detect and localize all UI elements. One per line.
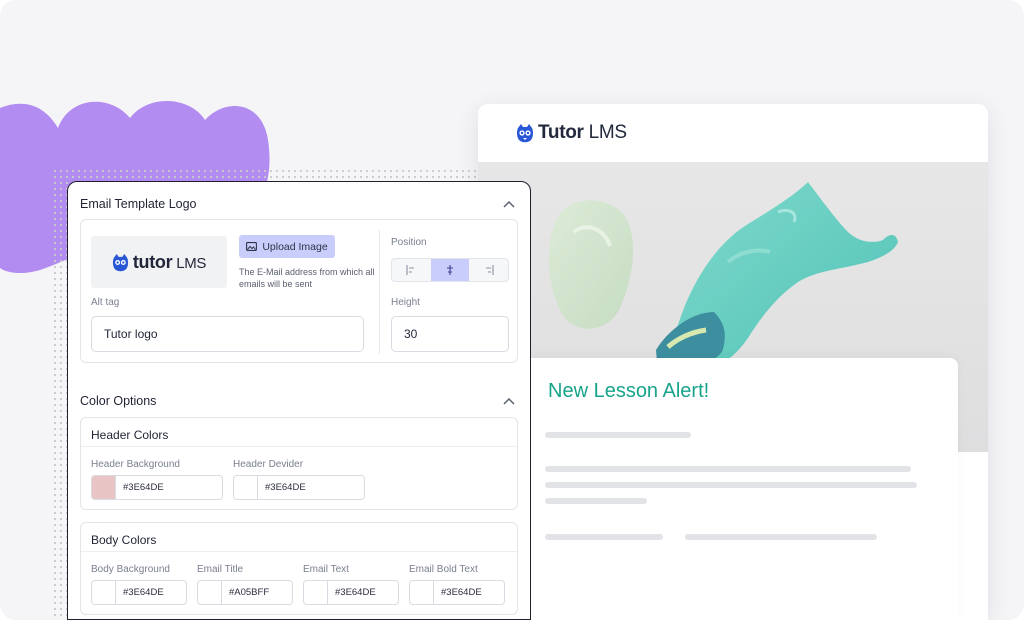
logo-section-title: Email Template Logo xyxy=(80,197,197,211)
column-divider xyxy=(379,230,380,354)
color-section-title: Color Options xyxy=(80,394,157,408)
align-right-icon[interactable] xyxy=(469,259,508,281)
image-icon xyxy=(246,242,258,251)
alt-tag-input[interactable]: Tutor logo xyxy=(91,316,364,352)
upload-image-label: Upload Image xyxy=(262,240,328,253)
height-input[interactable]: 30 xyxy=(391,316,509,352)
body-colors-title: Body Colors xyxy=(91,533,157,547)
color-hex-value[interactable]: #3E64DE xyxy=(116,476,164,499)
body-background-color-field[interactable]: #3E64DE xyxy=(91,580,187,605)
email-body: New Lesson Alert! xyxy=(524,358,958,620)
email-text-color-field[interactable]: #3E64DE xyxy=(303,580,399,605)
color-swatch[interactable] xyxy=(92,581,116,604)
brand-name: Tutor xyxy=(538,122,584,143)
logo-preview-suffix: LMS xyxy=(172,254,207,272)
color-section-header[interactable]: Color Options xyxy=(80,391,516,411)
email-preview-header: Tutor LMS xyxy=(478,104,988,162)
position-segmented-control xyxy=(391,258,509,282)
position-label: Position xyxy=(391,237,427,248)
alt-tag-label: Alt tag xyxy=(91,297,120,308)
header-background-label: Header Background xyxy=(91,459,180,470)
email-bold-text-color-field[interactable]: #3E64DE xyxy=(409,580,505,605)
upload-image-button[interactable]: Upload Image xyxy=(239,235,335,258)
color-hex-value[interactable]: #3E64DE xyxy=(258,476,306,499)
align-left-icon[interactable] xyxy=(392,259,431,281)
color-swatch[interactable] xyxy=(304,581,328,604)
color-swatch[interactable] xyxy=(234,476,258,499)
tutor-owl-icon xyxy=(516,124,534,143)
text-placeholder-line xyxy=(545,432,691,438)
text-placeholder-line xyxy=(545,534,663,540)
logo-preview-name: tutor xyxy=(132,251,173,272)
chevron-up-icon[interactable] xyxy=(502,197,516,211)
body-colors-box: Body Colors Body Background #3E64DE Emai… xyxy=(80,522,518,615)
email-title: New Lesson Alert! xyxy=(548,380,710,402)
email-title-color-field[interactable]: #A05BFF xyxy=(197,580,293,605)
color-hex-value[interactable]: #3E64DE xyxy=(328,581,376,604)
email-bold-text-label: Email Bold Text xyxy=(409,564,478,575)
header-colors-box: Header Colors Header Background #3E64DE … xyxy=(80,417,518,510)
logo-preview: tutor LMS xyxy=(91,236,227,288)
upload-help-text: The E-Mail address from which all emails… xyxy=(239,267,375,289)
logo-settings-box: tutor LMS Upload Image The E-Mail addres… xyxy=(80,219,518,363)
header-colors-title: Header Colors xyxy=(91,428,169,442)
text-placeholder-line xyxy=(685,534,877,540)
logo-section-header[interactable]: Email Template Logo xyxy=(80,194,516,214)
color-swatch[interactable] xyxy=(92,476,116,499)
email-text-label: Email Text xyxy=(303,564,349,575)
divider xyxy=(81,446,517,447)
email-settings-panel: Email Template Logo tutor LMS Upload Ima… xyxy=(67,181,531,620)
text-placeholder-line xyxy=(545,466,911,472)
text-placeholder-line xyxy=(545,498,647,504)
color-swatch[interactable] xyxy=(410,581,434,604)
divider xyxy=(81,551,517,552)
chevron-up-icon[interactable] xyxy=(502,394,516,408)
text-placeholder-line xyxy=(545,482,917,488)
body-background-label: Body Background xyxy=(91,564,170,575)
header-divider-color-field[interactable]: #3E64DE xyxy=(233,475,365,500)
color-hex-value[interactable]: #A05BFF xyxy=(222,581,269,604)
color-hex-value[interactable]: #3E64DE xyxy=(116,581,164,604)
tutor-owl-icon xyxy=(112,253,128,271)
color-swatch[interactable] xyxy=(198,581,222,604)
brand-suffix: LMS xyxy=(583,122,627,143)
brand-logo: Tutor LMS xyxy=(516,122,627,144)
header-divider-label: Header Devider xyxy=(233,459,304,470)
height-label: Height xyxy=(391,297,420,308)
align-center-icon[interactable] xyxy=(430,259,470,281)
email-title-label: Email Title xyxy=(197,564,244,575)
header-background-color-field[interactable]: #3E64DE xyxy=(91,475,223,500)
color-hex-value[interactable]: #3E64DE xyxy=(434,581,482,604)
email-preview-card: Tutor LMS New Lesson Alert! xyxy=(478,104,988,620)
